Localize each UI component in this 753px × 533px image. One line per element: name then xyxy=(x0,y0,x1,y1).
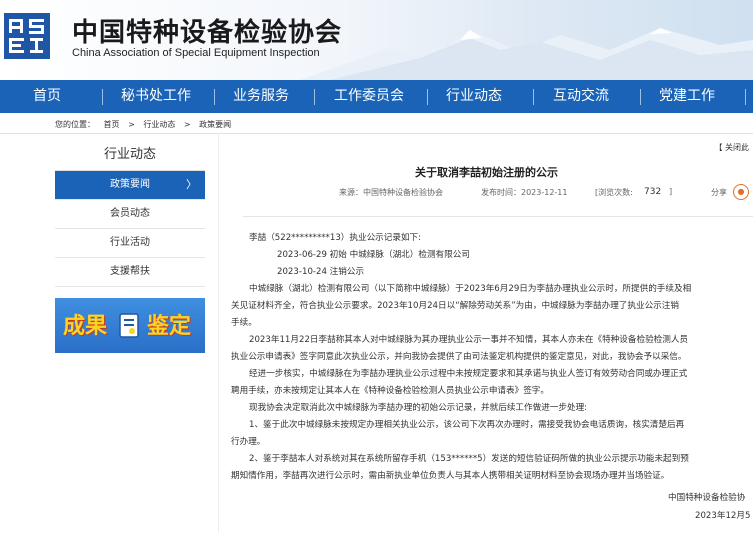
nav-separator xyxy=(314,89,315,105)
sidebar: 行业动态 政策要闻 〉 会员动态 行业活动 支援帮扶 xyxy=(55,139,205,287)
view-count: 732 xyxy=(644,187,662,197)
breadcrumb-separator: > xyxy=(183,120,191,129)
sidebar-item-label: 政策要闻 xyxy=(110,179,150,190)
paragraph-line: 经进一步核实，中城绿脉在为李喆办理执业公示过程中未按规定要求和其承诺与执业人签订… xyxy=(249,369,688,379)
site-title-cn: 中国特种设备检验协会 xyxy=(72,18,343,48)
close-window-link[interactable]: 【 关闭此 xyxy=(714,142,749,153)
site-title-en: China Association of Special Equipment I… xyxy=(72,47,320,59)
breadcrumb-industry-news[interactable]: 行业动态 xyxy=(143,120,175,129)
paragraph-line: 现我协会决定取消此次中城绿脉为李喆办理的初始公示记录，并就后续工作做进一步处理: xyxy=(249,403,588,413)
meta-divider xyxy=(243,216,753,217)
breadcrumb: 您的位置： 首页 > 行业动态 > 政策要闻 xyxy=(55,119,237,130)
site-logo[interactable] xyxy=(4,13,50,59)
paragraph-line: 中城绿脉（湖北）检测有限公司（以下简称中城绿脉）于2023年6月29日为李喆办理… xyxy=(249,284,692,294)
nav-item-home[interactable]: 首页 xyxy=(33,80,61,113)
breadcrumb-home[interactable]: 首页 xyxy=(104,120,120,129)
record-line: 2023-06-29 初始 中城绿脉（湖北）检测有限公司 xyxy=(277,250,470,260)
paragraph-line: 2023年11月22日李喆称其本人对中城绿脉为其办理执业公示一事并不知情，其本人… xyxy=(249,335,689,345)
article-source: 来源：中国特种设备检验协会 xyxy=(339,188,443,197)
paragraph-line: 期知情作用，李喆再次进行公示时，需由新执业单位负责人与其本人携带相关证明材料至协… xyxy=(231,471,670,481)
site-header: 中国特种设备检验协会 China Association of Special … xyxy=(0,0,753,80)
sidebar-item-member-news[interactable]: 会员动态 xyxy=(55,200,205,229)
signature-date: 2023年12月5 xyxy=(695,511,751,521)
breadcrumb-current[interactable]: 政策要闻 xyxy=(199,120,231,129)
banner-text-right: 鉴定 xyxy=(147,314,192,339)
chevron-right-icon: 〉 xyxy=(186,178,197,191)
article-panel: 【 关闭此 关于取消李喆初始注册的公示 来源：中国特种设备检验协会 发布时间：2… xyxy=(218,133,753,533)
sidebar-item-policy-news[interactable]: 政策要闻 〉 xyxy=(55,171,205,200)
nav-separator xyxy=(102,89,103,105)
share-label: 分享 xyxy=(711,188,727,197)
nav-item-party-building[interactable]: 党建工作 xyxy=(659,80,715,113)
breadcrumb-label: 您的位置： xyxy=(55,120,95,129)
nav-item-interaction[interactable]: 互动交流 xyxy=(553,80,609,113)
main-nav: 首页 秘书处工作 业务服务 工作委员会 行业动态 互动交流 党建工作 xyxy=(0,80,753,113)
article-publish-time: 发布时间：2023-12-11 xyxy=(481,188,568,197)
record-heading: 李喆（522*********13）执业公示记录如下: xyxy=(249,233,422,243)
banner-text-left: 成果 xyxy=(63,314,108,339)
paragraph-line: 聘用手续，亦未按规定让其本人在《特种设备检验检测人员执业公示申请表》签字。 xyxy=(231,386,549,396)
nav-item-industry-news[interactable]: 行业动态 xyxy=(446,80,502,113)
view-count-label: [浏览次数: xyxy=(595,188,633,197)
nav-separator xyxy=(427,89,428,105)
nav-item-secretariat[interactable]: 秘书处工作 xyxy=(121,80,191,113)
nav-item-services[interactable]: 业务服务 xyxy=(233,80,289,113)
article-title: 关于取消李喆初始注册的公示 xyxy=(415,166,558,179)
record-line: 2023-10-24 注销公示 xyxy=(277,267,365,277)
logo-mark-icon xyxy=(9,19,44,53)
signature-org: 中国特种设备检验协 xyxy=(668,493,746,503)
view-count-close: ] xyxy=(669,187,673,196)
paragraph-line: 执业公示申请表》签字同意此次执业公示，并向我协会提供了由司法鉴定机构提供的鉴定意… xyxy=(231,352,687,362)
document-icon xyxy=(119,313,139,338)
paragraph-line: 关见证材料齐全，符合执业公示要求。2023年10月24日以“解除劳动关系”为由，… xyxy=(231,301,679,311)
nav-separator xyxy=(745,89,746,105)
article-body: 李喆（522*********13）执业公示记录如下: 2023-06-29 初… xyxy=(231,230,753,485)
sidebar-title: 行业动态 xyxy=(55,139,205,171)
nav-item-committees[interactable]: 工作委员会 xyxy=(334,80,404,113)
nav-separator xyxy=(214,89,215,105)
paragraph-line: 行办理。 xyxy=(231,437,266,447)
sidebar-item-support[interactable]: 支援帮扶 xyxy=(55,258,205,287)
achievement-appraisal-banner[interactable]: 成果 鉴定 xyxy=(55,298,205,353)
sidebar-item-industry-events[interactable]: 行业活动 xyxy=(55,229,205,258)
weibo-share-icon[interactable]: ● xyxy=(733,184,749,200)
paragraph-line: 2、鉴于李喆本人对系统对其在系统所留存手机（153******5）发送的短信验证… xyxy=(249,454,689,464)
breadcrumb-separator: > xyxy=(128,120,135,129)
paragraph-line: 1、鉴于此次中城绿脉未按规定办理相关执业公示，该公司下次再次办理时，需接受我协会… xyxy=(249,420,685,430)
paragraph-line: 手续。 xyxy=(231,318,257,328)
nav-separator xyxy=(533,89,534,105)
nav-separator xyxy=(640,89,641,105)
